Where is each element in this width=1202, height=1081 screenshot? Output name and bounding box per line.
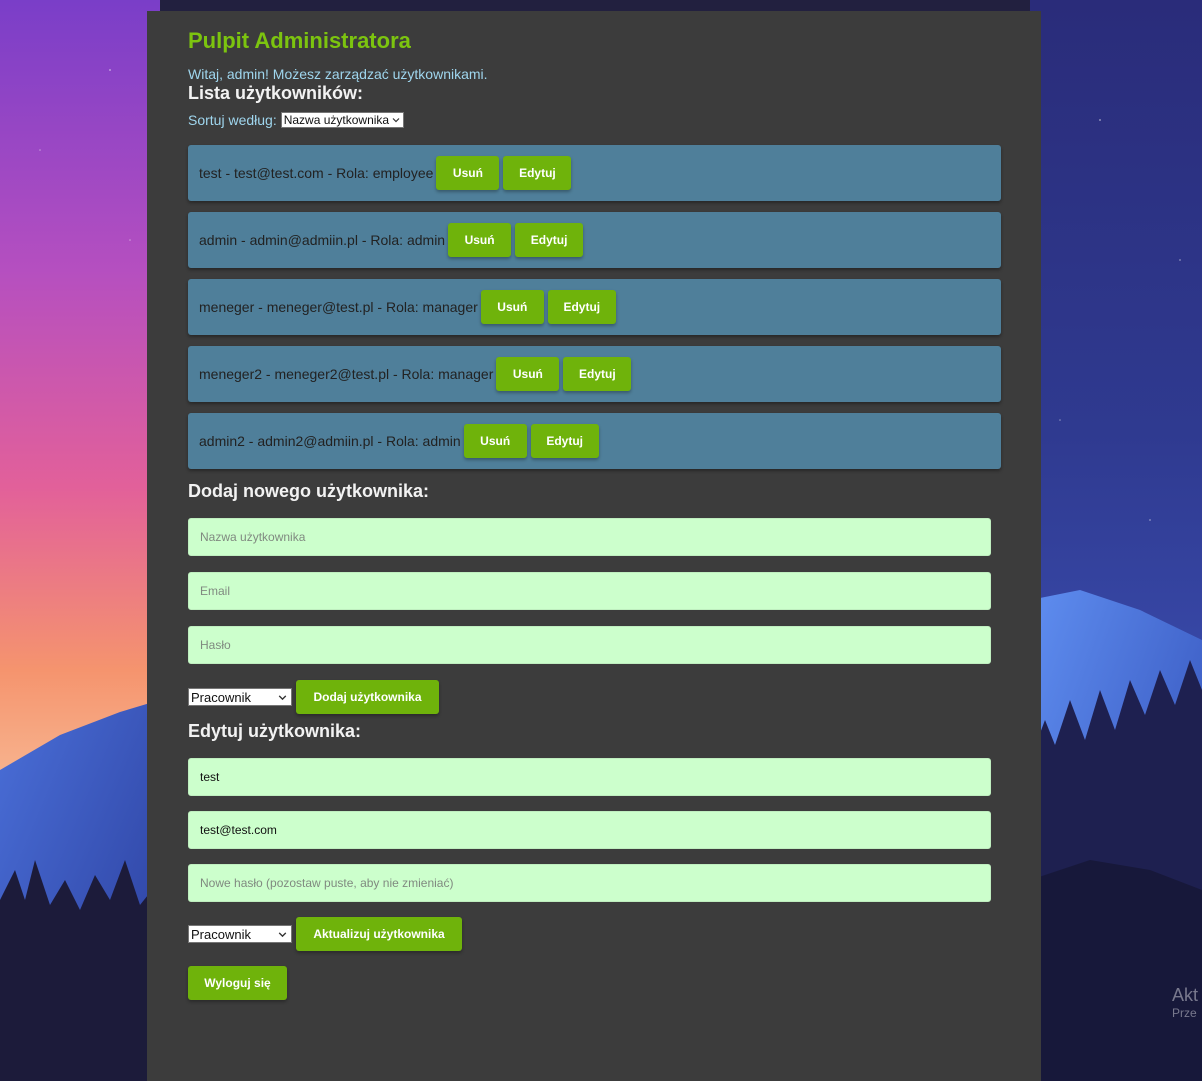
user-list-heading: Lista użytkowników: [188,83,364,103]
admin-panel: Pulpit Administratora Witaj, admin! Może… [147,11,1041,1081]
edit-user-actions: Pracownik Aktualizuj użytkownika [188,917,1000,951]
activation-watermark: Akt Prze [1172,985,1198,1021]
sort-row: Sortuj według: Nazwa użytkownika [188,111,1000,129]
chevron-down-icon [278,931,287,937]
delete-user-button[interactable]: Usuń [448,223,512,257]
logout-button[interactable]: Wyloguj się [188,966,287,1000]
user-info: meneger2 - meneger2@test.pl - Rola: mana… [199,366,494,382]
edit-email-field[interactable]: test@test.com [188,811,991,849]
edit-user-button[interactable]: Edytuj [515,223,584,257]
user-info: test - test@test.com - Rola: employee [199,165,434,181]
add-user-form: Nazwa użytkownika Email Hasło [188,518,1000,664]
edit-role-select[interactable]: Pracownik [188,925,292,943]
welcome-message: Witaj, admin! Możesz zarządzać użytkowni… [188,66,488,82]
role-select-value: Pracownik [191,689,251,705]
username-field[interactable]: Nazwa użytkownika [188,518,991,556]
chevron-down-icon [392,118,400,123]
watermark-line-2: Prze [1172,1006,1197,1020]
sort-label: Sortuj według: [188,112,277,128]
edit-user-heading: Edytuj użytkownika: [188,721,362,741]
edit-role-select-value: Pracownik [191,926,251,942]
delete-user-button[interactable]: Usuń [480,290,544,324]
email-field[interactable]: Email [188,572,991,610]
add-user-button[interactable]: Dodaj użytkownika [296,680,439,714]
edit-user-button[interactable]: Edytuj [530,424,599,458]
sort-select-value: Nazwa użytkownika [283,113,390,127]
list-item: test - test@test.com - Rola: employee Us… [188,145,1001,201]
user-info: meneger - meneger@test.pl - Rola: manage… [199,299,478,315]
list-item: admin2 - admin2@admiin.pl - Rola: admin … [188,413,1001,469]
list-item: meneger2 - meneger2@test.pl - Rola: mana… [188,346,1001,402]
user-info: admin2 - admin2@admiin.pl - Rola: admin [199,433,461,449]
edit-user-form: test test@test.com Nowe hasło (pozostaw … [188,758,1000,902]
user-list: test - test@test.com - Rola: employee Us… [188,145,1001,469]
edit-username-field[interactable]: test [188,758,991,796]
role-select[interactable]: Pracownik [188,688,292,706]
chevron-down-icon [278,694,287,700]
edit-user-button[interactable]: Edytuj [503,156,572,190]
add-user-heading: Dodaj nowego użytkownika: [188,481,430,501]
sort-select[interactable]: Nazwa użytkownika [280,112,405,128]
watermark-line-1: Akt [1172,985,1199,1005]
user-info: admin - admin@admiin.pl - Rola: admin [199,232,446,248]
list-item: admin - admin@admiin.pl - Rola: admin Us… [188,212,1001,268]
delete-user-button[interactable]: Usuń [436,156,500,190]
delete-user-button[interactable]: Usuń [463,424,527,458]
add-user-actions: Pracownik Dodaj użytkownika [188,680,1000,714]
new-password-field[interactable]: Nowe hasło (pozostaw puste, aby nie zmie… [188,864,991,902]
edit-user-button[interactable]: Edytuj [547,290,616,324]
update-user-button[interactable]: Aktualizuj użytkownika [296,917,462,951]
list-item: meneger - meneger@test.pl - Rola: manage… [188,279,1001,335]
delete-user-button[interactable]: Usuń [496,357,560,391]
edit-user-button[interactable]: Edytuj [563,357,632,391]
page-title: Pulpit Administratora [188,28,411,53]
password-field[interactable]: Hasło [188,626,991,664]
logout-row: Wyloguj się [188,966,1000,1000]
